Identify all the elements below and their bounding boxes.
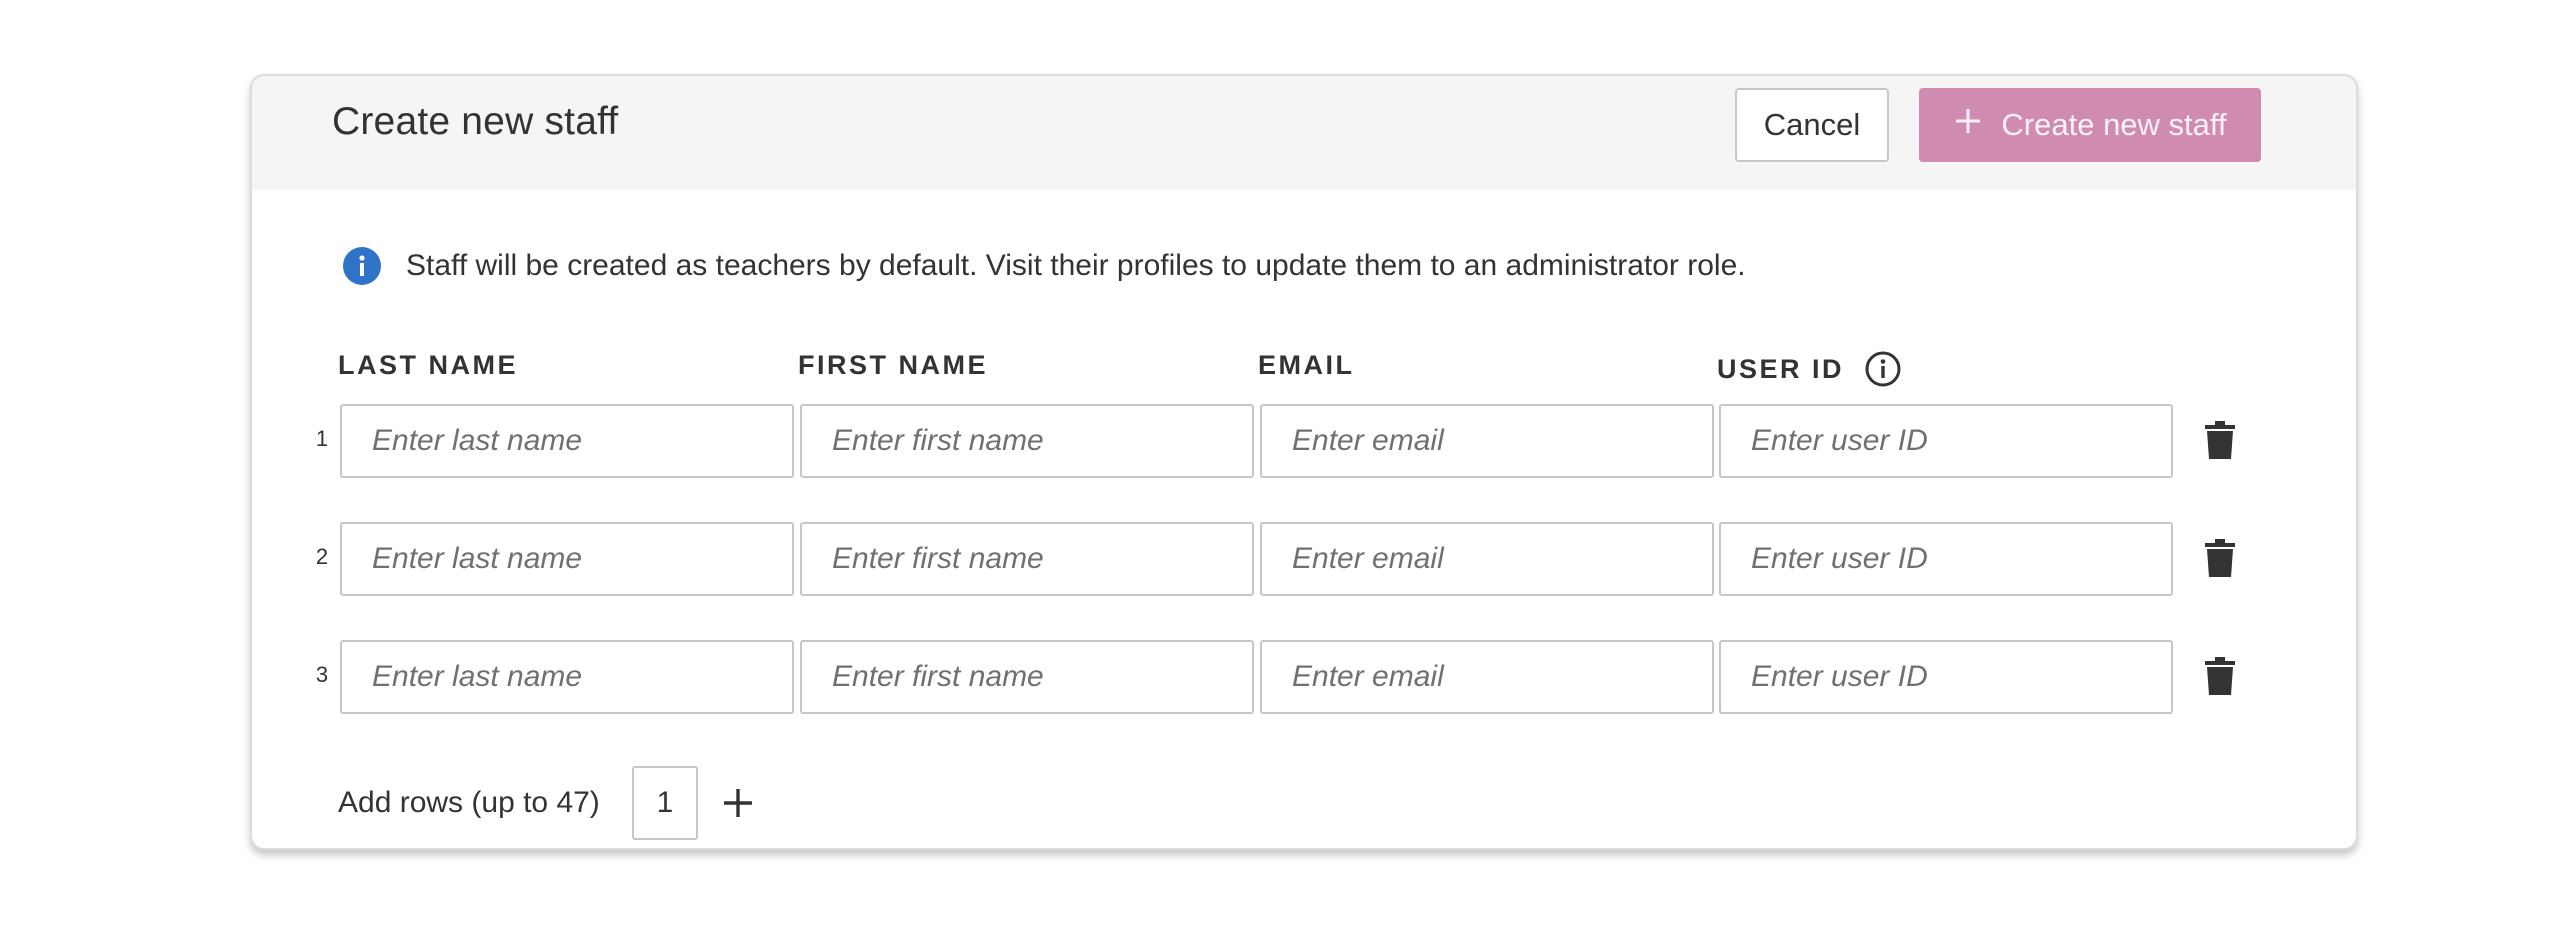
column-header-user-id: USER ID [1717, 350, 1902, 388]
info-notice: Staff will be created as teachers by def… [342, 246, 1746, 286]
row-number: 1 [315, 426, 329, 451]
first-name-input[interactable] [800, 640, 1254, 714]
row-number: 2 [315, 544, 329, 569]
dialog-header: Create new staff Cancel Create new staff [252, 76, 2356, 190]
column-header-email: EMAIL [1258, 350, 1355, 380]
user-id-input[interactable] [1719, 640, 2173, 714]
create-new-staff-button[interactable]: Create new staff [1919, 88, 2261, 162]
cancel-button[interactable]: Cancel [1735, 88, 1889, 162]
user-id-input[interactable] [1719, 522, 2173, 596]
trash-icon[interactable] [2205, 539, 2235, 577]
email-input[interactable] [1260, 404, 1714, 478]
last-name-input[interactable] [340, 522, 794, 596]
column-header-first-name: FIRST NAME [798, 350, 988, 380]
add-rows-label: Add rows (up to 47) [338, 786, 600, 819]
email-input[interactable] [1260, 640, 1714, 714]
last-name-input[interactable] [340, 640, 794, 714]
create-button-label: Create new staff [2001, 107, 2227, 142]
last-name-input[interactable] [340, 404, 794, 478]
info-outline-icon[interactable] [1864, 350, 1902, 388]
user-id-input[interactable] [1719, 404, 2173, 478]
create-staff-dialog: Create new staff Cancel Create new staff… [250, 74, 2358, 850]
add-rows-quantity-input[interactable] [632, 766, 698, 840]
row-number: 3 [315, 662, 329, 687]
first-name-input[interactable] [800, 522, 1254, 596]
email-input[interactable] [1260, 522, 1714, 596]
column-header-user-id-label: USER ID [1717, 353, 1845, 384]
trash-icon[interactable] [2205, 421, 2235, 459]
first-name-input[interactable] [800, 404, 1254, 478]
info-notice-text: Staff will be created as teachers by def… [406, 249, 1746, 282]
trash-icon[interactable] [2205, 657, 2235, 695]
dialog-title: Create new staff [332, 100, 619, 143]
column-header-last-name: LAST NAME [338, 350, 518, 380]
plus-icon [1953, 106, 1983, 144]
add-rows-plus-icon[interactable] [718, 783, 758, 823]
info-icon [342, 246, 382, 286]
